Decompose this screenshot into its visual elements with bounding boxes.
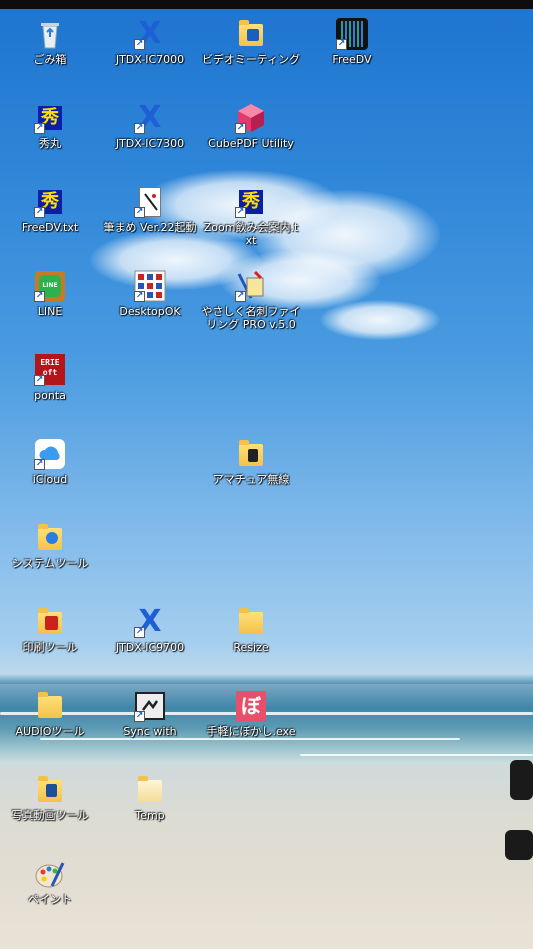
top-bar bbox=[0, 0, 533, 9]
icon-label: ペイント bbox=[28, 893, 72, 906]
icon-label: Temp bbox=[135, 809, 165, 822]
icon-label: 印刷ツール bbox=[22, 641, 78, 654]
folder-icon bbox=[34, 522, 66, 554]
icon-label: JTDX-IC7300 bbox=[115, 137, 185, 150]
icon-label: 筆まめ Ver.22起動 bbox=[103, 221, 197, 234]
icon-label: iCloud bbox=[32, 473, 68, 486]
folder-icon bbox=[134, 774, 166, 806]
icon-label: AUDIOツール bbox=[15, 725, 85, 738]
hidemaru-icon: 秀 ↗ bbox=[34, 102, 66, 134]
desktop-icon-audio-tools[interactable]: AUDIOツール bbox=[0, 690, 100, 738]
desktop-icon-recycle-bin[interactable]: ごみ箱 bbox=[0, 18, 100, 66]
desktop-icon-line[interactable]: LINE ↗ LINE bbox=[0, 270, 100, 318]
desktop-icon-card-filing[interactable]: ↗ やさしく名刺ファイリング PRO v.5.0 bbox=[201, 270, 301, 331]
icon-label: CubePDF Utility bbox=[208, 137, 294, 150]
desktop-icon-freedv-txt[interactable]: 秀 ↗ FreeDV.txt bbox=[0, 186, 100, 234]
runner-silhouette bbox=[505, 830, 533, 860]
icon-label: Zoom飲み会案内.txt bbox=[203, 221, 299, 247]
icon-label: アマチュア無線 bbox=[212, 473, 290, 486]
icloud-icon: ↗ bbox=[34, 438, 66, 470]
desktop-icon-jtdx-ic7300[interactable]: X ↗ JTDX-IC7300 bbox=[100, 100, 200, 151]
desktop-icon-icloud[interactable]: ↗ iCloud bbox=[0, 438, 100, 486]
fudemame-icon: ↗ bbox=[134, 186, 166, 218]
wave-foam bbox=[300, 754, 533, 756]
freedv-icon: ↗ bbox=[336, 18, 368, 50]
icon-label: FreeDV.txt bbox=[21, 221, 79, 234]
cloud bbox=[320, 300, 440, 340]
desktop-icon-video-meeting[interactable]: ビデオミーティング bbox=[201, 18, 301, 66]
desktop-icon-photo-video-tools[interactable]: 写真動画ツール bbox=[0, 774, 100, 822]
desktop-icon-desktopok[interactable]: ↗ DesktopOK bbox=[100, 270, 200, 318]
cubepdf-icon: ↗ bbox=[235, 102, 267, 134]
desktop-icon-print-tools[interactable]: 印刷ツール bbox=[0, 606, 100, 654]
desktop-icon-ponta[interactable]: ERIE oft ↗ ponta bbox=[0, 354, 100, 402]
icon-label: やさしく名刺ファイリング PRO v.5.0 bbox=[201, 305, 301, 331]
icon-label: 手軽にぼかし.exe bbox=[206, 725, 296, 738]
sync-icon: ↗ bbox=[134, 690, 166, 722]
folder-icon bbox=[34, 690, 66, 722]
runner-silhouette bbox=[510, 760, 533, 800]
paint-icon bbox=[34, 858, 66, 890]
icon-label: Sync with bbox=[123, 725, 177, 738]
folder-icon bbox=[34, 774, 66, 806]
icon-label: 写真動画ツール bbox=[11, 809, 89, 822]
hidemaru-icon: 秀 ↗ bbox=[34, 186, 66, 218]
desktop-icon-jtdx-ic7000[interactable]: X ↗ JTDX-IC7000 bbox=[100, 16, 200, 67]
desktop-icon-bokashi[interactable]: ぼ 手軽にぼかし.exe bbox=[201, 690, 301, 738]
icon-label: ごみ箱 bbox=[33, 53, 67, 66]
icon-label: JTDX-IC9700 bbox=[115, 641, 185, 654]
desktop-icon-jtdx-ic9700[interactable]: X ↗ JTDX-IC9700 bbox=[100, 604, 200, 655]
icon-label: ponta bbox=[34, 389, 66, 402]
folder-icon bbox=[235, 438, 267, 470]
desktop-icon-zoom-nomikai[interactable]: 秀 ↗ Zoom飲み会案内.txt bbox=[201, 186, 301, 247]
icon-label: 秀丸 bbox=[39, 137, 61, 150]
ponta-icon: ERIE oft ↗ bbox=[34, 354, 66, 386]
folder-icon bbox=[235, 18, 267, 50]
icon-label: LINE bbox=[37, 305, 63, 318]
icon-label: FreeDV bbox=[332, 53, 372, 66]
desktop-icon-hidemaru[interactable]: 秀 ↗ 秀丸 bbox=[0, 102, 100, 150]
jtdx-icon: X ↗ bbox=[134, 604, 162, 639]
icon-label: システムツール bbox=[11, 557, 89, 570]
wave-foam bbox=[40, 738, 460, 740]
desktop-icon-fudemame[interactable]: ↗ 筆まめ Ver.22起動 bbox=[100, 186, 200, 234]
icon-label: DesktopOK bbox=[119, 305, 181, 318]
bokashi-icon: ぼ bbox=[235, 690, 267, 722]
desktop-icon-amateur-radio[interactable]: アマチュア無線 bbox=[201, 438, 301, 486]
desktopok-icon: ↗ bbox=[134, 270, 166, 302]
desktop-icon-cubepdf-utility[interactable]: ↗ CubePDF Utility bbox=[201, 102, 301, 150]
desktop-icon-resize[interactable]: Resize bbox=[201, 606, 301, 654]
line-icon: LINE ↗ bbox=[34, 270, 66, 302]
desktop-icon-freedv[interactable]: ↗ FreeDV bbox=[302, 18, 402, 66]
jtdx-icon: X ↗ bbox=[134, 16, 162, 51]
recycle-bin-icon bbox=[34, 18, 66, 50]
desktop-icon-temp[interactable]: Temp bbox=[100, 774, 200, 822]
desktop-icon-paint[interactable]: ペイント bbox=[0, 858, 100, 906]
desktop-icon-system-tools[interactable]: システムツール bbox=[0, 522, 100, 570]
folder-icon bbox=[34, 606, 66, 638]
card-filing-icon: ↗ bbox=[235, 270, 267, 302]
icon-label: ビデオミーティング bbox=[201, 53, 301, 66]
hidemaru-icon: 秀 ↗ bbox=[235, 186, 267, 218]
desktop-icon-sync-with[interactable]: ↗ Sync with bbox=[100, 690, 200, 738]
icon-label: Resize bbox=[233, 641, 269, 654]
jtdx-icon: X ↗ bbox=[134, 100, 162, 135]
desktop-wallpaper: ごみ箱 秀 ↗ 秀丸 秀 ↗ FreeDV.txt LINE ↗ LINE ER… bbox=[0, 0, 533, 949]
icon-label: JTDX-IC7000 bbox=[115, 53, 185, 66]
folder-icon bbox=[235, 606, 267, 638]
